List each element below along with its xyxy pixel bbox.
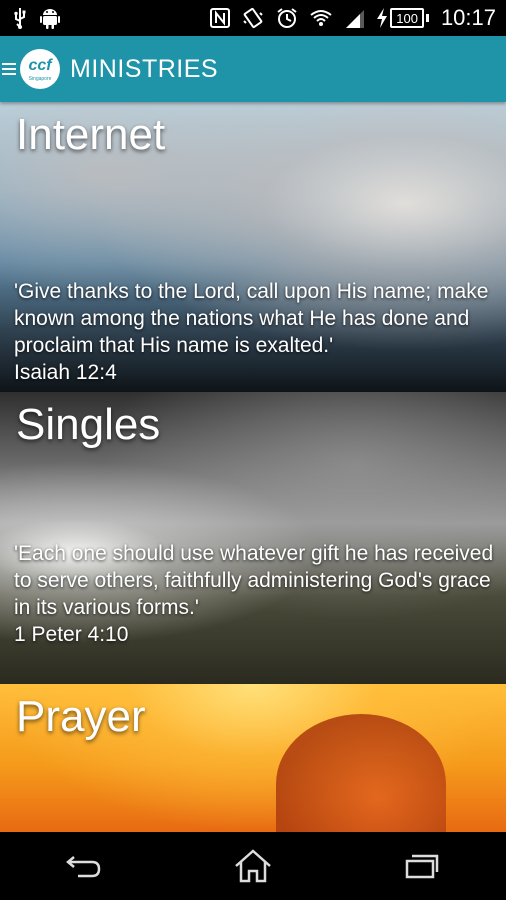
ministry-card-internet[interactable]: Internet 'Give thanks to the Lord, call … — [0, 102, 506, 392]
page-title: MINISTRIES — [70, 54, 219, 83]
recent-apps-button[interactable] — [392, 841, 452, 891]
app-logo[interactable]: ccf Singapore — [20, 49, 60, 89]
recent-apps-icon — [405, 853, 439, 879]
wifi-icon — [310, 9, 332, 27]
ministry-title: Internet — [16, 110, 166, 159]
ministry-quote: 'Give thanks to the Lord, call upon His … — [14, 278, 496, 386]
android-icon — [40, 7, 60, 29]
ministry-title: Prayer — [16, 692, 146, 741]
logo-text: ccf — [28, 57, 52, 74]
ministry-title: Singles — [16, 400, 161, 449]
vibrate-icon — [242, 7, 264, 29]
battery-indicator: 100 — [376, 8, 429, 28]
ministry-card-prayer[interactable]: Prayer — [0, 684, 506, 832]
usb-icon — [12, 7, 28, 29]
quote-reference: 1 Peter 4:10 — [14, 623, 129, 646]
quote-reference: Isaiah 12:4 — [14, 361, 117, 384]
alarm-icon — [276, 7, 298, 29]
navigation-bar — [0, 832, 506, 900]
back-icon — [66, 853, 102, 879]
status-bar: 100 10:17 — [0, 0, 506, 36]
ministry-quote: 'Each one should use whatever gift he ha… — [14, 540, 496, 648]
app-bar: ccf Singapore MINISTRIES — [0, 36, 506, 102]
battery-nub — [425, 14, 429, 22]
signal-icon — [344, 8, 365, 28]
charging-icon — [376, 8, 388, 28]
quote-text: 'Give thanks to the Lord, call upon His … — [14, 280, 489, 357]
home-button[interactable] — [223, 841, 283, 891]
home-icon — [234, 849, 272, 883]
quote-text: 'Each one should use whatever gift he ha… — [14, 542, 494, 619]
menu-icon[interactable] — [2, 63, 16, 75]
logo-subtext: Singapore — [28, 76, 52, 82]
clock: 10:17 — [440, 5, 496, 30]
battery-level: 100 — [390, 8, 424, 28]
ministry-card-singles[interactable]: Singles 'Each one should use whatever gi… — [0, 392, 506, 684]
back-button[interactable] — [54, 841, 114, 891]
nfc-icon — [210, 8, 231, 28]
praying-hands-image — [276, 714, 446, 832]
